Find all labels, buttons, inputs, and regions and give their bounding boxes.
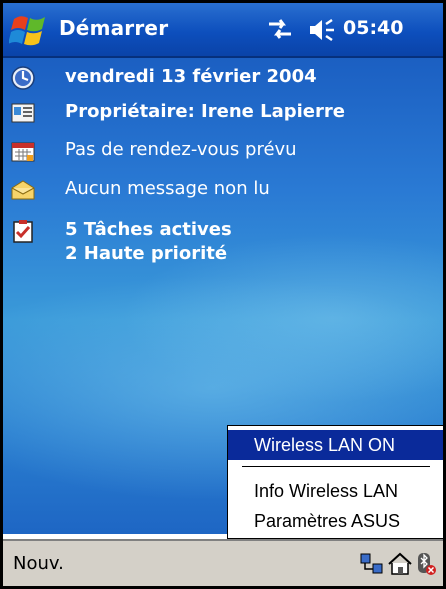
volume-icon[interactable]: [307, 16, 337, 44]
today-tasks-row[interactable]: 5 Tâches actives 2 Haute priorité: [3, 213, 443, 273]
calendar-icon: [11, 142, 35, 162]
today-date: vendredi 13 février 2004: [65, 66, 317, 87]
title-bar: Démarrer 05:40: [3, 3, 443, 58]
today-tasks-priority: 2 Haute priorité: [65, 243, 228, 264]
clock-time[interactable]: 05:40: [343, 17, 403, 39]
tasks-clipboard-icon: [13, 220, 33, 243]
menu-separator: [242, 466, 430, 467]
today-owner-row[interactable]: Propriétaire: Irene Lapierre: [3, 95, 443, 131]
new-button[interactable]: Nouv.: [13, 553, 64, 574]
wireless-popup-menu: Wireless LAN ON Info Wireless LAN Paramè…: [227, 425, 443, 539]
menu-item-wireless-lan-on[interactable]: Wireless LAN ON: [228, 430, 443, 460]
command-bar: Nouv.: [3, 539, 443, 586]
pda-screen: Démarrer 05:40 vendredi 13 février 2004: [0, 0, 446, 589]
today-messages: Aucun message non lu: [65, 178, 270, 199]
today-tasks-active: 5 Tâches actives: [65, 219, 232, 240]
envelope-icon: [11, 180, 35, 200]
windows-flag-icon[interactable]: [9, 9, 51, 51]
network-icon[interactable]: [359, 551, 385, 577]
clock-icon: [11, 66, 35, 90]
today-date-row[interactable]: vendredi 13 février 2004: [3, 60, 443, 96]
menu-item-info-wireless-lan[interactable]: Info Wireless LAN: [228, 476, 443, 506]
today-appointments: Pas de rendez-vous prévu: [65, 139, 297, 160]
home-icon[interactable]: [387, 551, 413, 577]
today-inbox-row[interactable]: Aucun message non lu: [3, 172, 443, 208]
bluetooth-icon[interactable]: [413, 551, 439, 577]
connectivity-icon[interactable]: [265, 18, 295, 40]
menu-item-asus-settings[interactable]: Paramètres ASUS: [228, 506, 443, 536]
today-calendar-row[interactable]: Pas de rendez-vous prévu: [3, 133, 443, 169]
start-menu-label[interactable]: Démarrer: [59, 16, 168, 40]
today-owner: Propriétaire: Irene Lapierre: [65, 101, 345, 122]
contact-card-icon: [11, 103, 35, 123]
